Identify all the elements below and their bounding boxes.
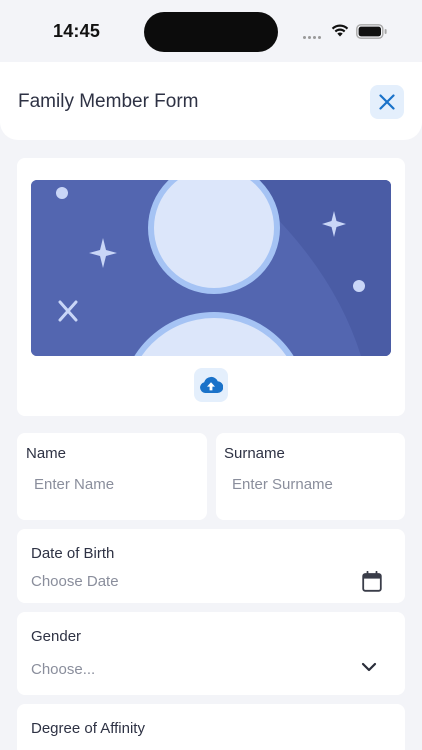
surname-input[interactable]: Enter Surname: [232, 476, 333, 493]
upload-photo-button[interactable]: [194, 368, 228, 402]
date-of-birth-field-card[interactable]: Date of Birth Choose Date: [17, 529, 405, 603]
name-label: Name: [26, 445, 67, 462]
date-of-birth-label: Date of Birth: [31, 545, 115, 562]
form-header: Family Member Form: [0, 62, 422, 140]
surname-field-card[interactable]: Surname Enter Surname: [216, 433, 405, 520]
page-title: Family Member Form: [18, 91, 199, 112]
avatar-placeholder[interactable]: [31, 180, 391, 356]
status-bar: 14:45: [0, 0, 422, 62]
status-time: 14:45: [53, 21, 101, 41]
chevron-down-icon[interactable]: [361, 662, 377, 672]
dynamic-island: [144, 12, 278, 52]
gender-select[interactable]: Choose...: [31, 661, 95, 678]
surname-label: Surname: [224, 445, 285, 462]
degree-of-affinity-field-card[interactable]: Degree of Affinity: [17, 704, 405, 750]
degree-of-affinity-label: Degree of Affinity: [31, 720, 145, 737]
signal-icon: [303, 36, 321, 39]
person-icon: [31, 180, 391, 356]
date-of-birth-input[interactable]: Choose Date: [31, 573, 119, 590]
avatar-card: [17, 158, 405, 416]
close-button[interactable]: [370, 85, 404, 119]
gender-label: Gender: [31, 628, 82, 645]
calendar-icon[interactable]: [362, 571, 382, 592]
gender-field-card[interactable]: Gender Choose...: [17, 612, 405, 695]
name-field-card[interactable]: Name Enter Name: [17, 433, 207, 520]
battery-icon: [356, 24, 387, 39]
cloud-upload-icon: [200, 376, 223, 394]
close-icon: [379, 94, 395, 110]
wifi-icon: [331, 24, 349, 37]
name-input[interactable]: Enter Name: [34, 476, 114, 493]
